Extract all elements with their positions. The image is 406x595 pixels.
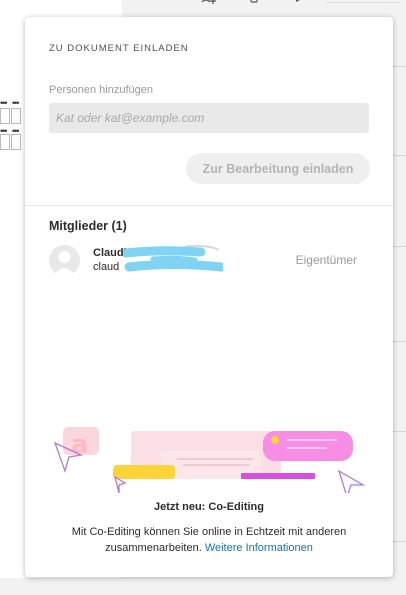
more-icon: ••• xyxy=(12,98,20,108)
members-heading: Mitglieder (1) xyxy=(49,219,127,233)
user-avatar-icon xyxy=(49,245,80,276)
co-editing-illustration: a xyxy=(53,427,366,493)
invite-dialog: ZU DOKUMENT EINLADEN Personen hinzufügen… xyxy=(25,17,393,577)
play-icon xyxy=(296,0,300,2)
mobile-icon xyxy=(250,0,258,3)
more-icon: ••• xyxy=(0,98,8,108)
promo-text: Mit Co-Editing können Sie online in Echt… xyxy=(25,524,393,556)
member-role: Eigentümer xyxy=(295,253,357,267)
learn-more-link[interactable]: Weitere Informationen xyxy=(205,542,313,554)
section-divider xyxy=(25,205,393,206)
member-list-item: Claudia claud Eigentümer xyxy=(49,243,369,277)
add-user-icon xyxy=(201,0,216,4)
background-table-cells: ••• ••• ••• ••• xyxy=(0,98,24,152)
dialog-title: ZU DOKUMENT EINLADEN xyxy=(49,43,189,54)
invite-to-edit-button[interactable]: Zur Bearbeitung einladen xyxy=(186,153,370,184)
redaction-scribble xyxy=(123,244,223,272)
promo-title: Jetzt neu: Co-Editing xyxy=(154,501,264,513)
divider-line xyxy=(326,2,400,3)
background-right-panel xyxy=(392,0,406,595)
background-band xyxy=(0,578,122,595)
background-toolbar xyxy=(200,0,400,8)
member-name: Claudia xyxy=(93,247,133,259)
invite-email-input[interactable] xyxy=(49,103,369,133)
add-people-label: Personen hinzufügen xyxy=(49,84,153,96)
member-email: claud xyxy=(93,261,120,273)
